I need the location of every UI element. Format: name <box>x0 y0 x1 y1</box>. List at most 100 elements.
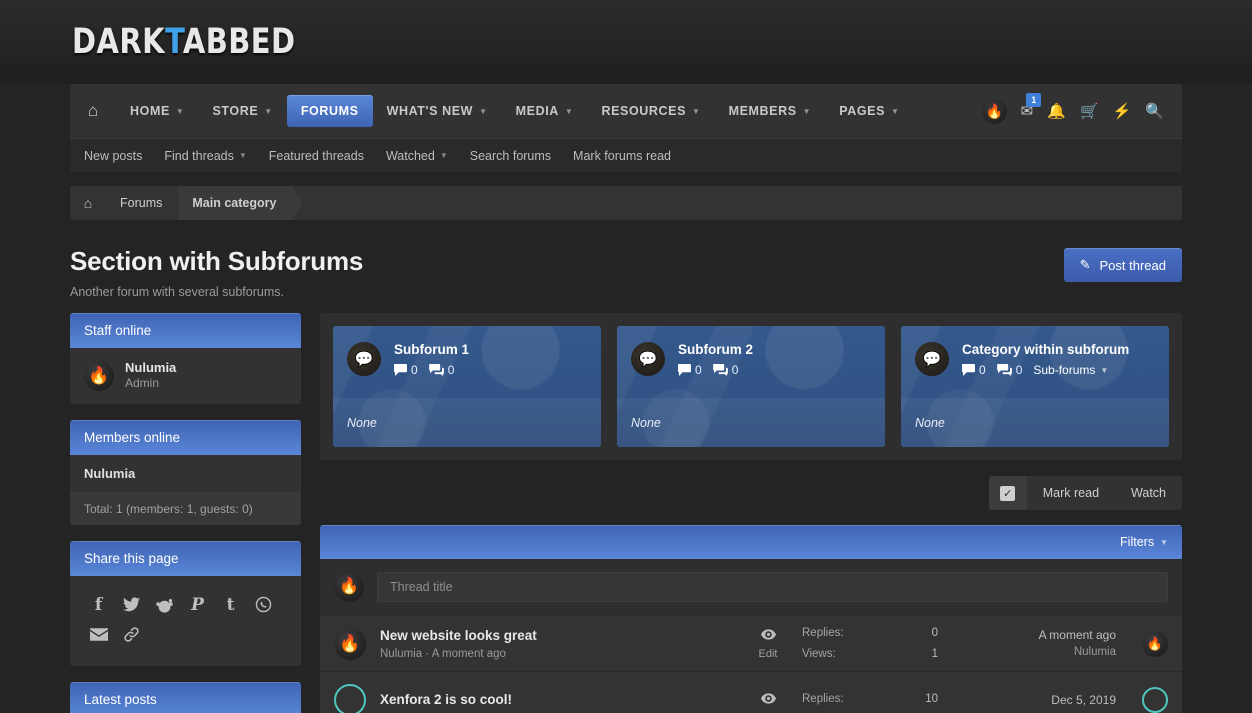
avatar: 🔥 <box>1142 630 1168 657</box>
checkbox-checked-icon[interactable]: ✓ <box>988 476 1027 510</box>
breadcrumb-item-forums[interactable]: Forums <box>106 186 178 220</box>
sub-forums-label: Sub-forums <box>1033 363 1096 377</box>
staff-name: Nulumia <box>125 360 177 375</box>
subnav-item-label: Find threads <box>164 148 234 163</box>
message-count-value: 0 <box>731 363 739 377</box>
nav-item-resources[interactable]: RESOURCES ▼ <box>587 95 714 127</box>
list-item[interactable]: 🔥 Nulumia Admin <box>70 348 301 404</box>
subnav-item-label: Mark forums read <box>573 148 671 163</box>
subforum-title: Subforum 1 <box>394 342 470 357</box>
envelope-icon[interactable]: ✉ 1 <box>1021 93 1042 120</box>
subnav-item-find-threads[interactable]: Find threads ▼ <box>153 149 257 163</box>
link-icon[interactable] <box>115 620 148 650</box>
logo-part-dark: DARK <box>72 22 166 62</box>
home-icon[interactable]: ⌂ <box>70 195 106 211</box>
latest-posts-title: Latest posts <box>70 681 301 713</box>
tumblr-icon[interactable]: t <box>214 590 247 620</box>
chevron-down-icon: ▼ <box>1100 365 1109 375</box>
table-row[interactable]: 🔥 New website looks great Nulumia · A mo… <box>320 615 1182 671</box>
main-content: 💬 Subforum 1 0 0 None 💬 Subforum 2 0 0 N… <box>320 313 1182 713</box>
user-avatar-icon[interactable]: 🔥 <box>981 98 1007 124</box>
thread-last-post: Dec 5, 2019 <box>966 691 1116 709</box>
message-count: 0 <box>428 363 454 377</box>
logo-part-t: T <box>165 22 183 62</box>
home-icon[interactable]: ⌂ <box>70 84 116 138</box>
new-thread-row: 🔥 Thread title <box>320 559 1182 615</box>
subforum-last-post: None <box>617 398 885 447</box>
reddit-icon[interactable] <box>148 590 181 620</box>
avatar: 🔥 <box>334 627 366 660</box>
members-online-list: Nulumia Total: 1 (members: 1, guests: 0) <box>70 454 301 525</box>
chevron-down-icon: ▼ <box>264 106 273 116</box>
replies-label: Replies: <box>802 693 844 706</box>
subnav-item-watched[interactable]: Watched ▼ <box>375 149 459 163</box>
pinterest-icon[interactable]: P <box>181 590 214 620</box>
bolt-icon[interactable]: ⚡ <box>1113 102 1132 120</box>
subforum-last-post: None <box>333 398 601 447</box>
members-online-block: Members online Nulumia Total: 1 (members… <box>70 419 301 525</box>
replies-label: Replies: <box>802 627 844 640</box>
nav-item-forums[interactable]: FORUMS <box>286 95 373 127</box>
nav-right-icons: 🔥 ✉ 1 🔔 🛒 ⚡ 🔍 <box>981 93 1168 124</box>
sub-forums-dropdown[interactable]: Sub-forums ▼ <box>1033 363 1108 377</box>
staff-role: Admin <box>125 376 160 391</box>
last-post-time: A moment ago <box>1038 627 1116 642</box>
site-logo[interactable]: DARKTABBED <box>72 22 296 62</box>
last-post-user[interactable]: Nulumia <box>966 644 1116 661</box>
thread-title-input[interactable]: Thread title <box>377 572 1168 602</box>
share-icon-grid: f P t <box>70 575 301 666</box>
avatar: 🔥 <box>334 572 364 602</box>
thread-title[interactable]: Xenfora 2 is so cool! <box>380 691 734 709</box>
thread-count-value: 0 <box>695 363 702 377</box>
thread-title[interactable]: New website looks great <box>380 627 734 645</box>
whatsapp-icon[interactable] <box>247 590 280 620</box>
members-online-total: Total: 1 (members: 1, guests: 0) <box>70 491 301 525</box>
subnav-item-featured-threads[interactable]: Featured threads <box>258 149 375 163</box>
filters-dropdown[interactable]: Filters ▼ <box>1120 535 1168 549</box>
nav-item-label: RESOURCES <box>601 104 687 118</box>
thread-preview-icon[interactable]: Edit <box>748 627 788 660</box>
watch-button[interactable]: Watch <box>1115 476 1182 510</box>
thread-preview-icon[interactable] <box>748 691 788 709</box>
nav-item-home[interactable]: HOME ▼ <box>116 95 198 127</box>
chevron-down-icon: ▼ <box>564 106 574 116</box>
facebook-icon[interactable]: f <box>82 590 115 620</box>
staff-online-list: 🔥 Nulumia Admin <box>70 348 301 404</box>
mark-read-button[interactable]: Mark read <box>1027 476 1115 510</box>
twitter-icon[interactable] <box>115 590 148 620</box>
avatar: 🔥 <box>84 360 114 391</box>
staff-online-title: Staff online <box>70 313 301 348</box>
nav-item-whats-new[interactable]: WHAT'S NEW ▼ <box>373 95 502 127</box>
thread-count-value: 0 <box>979 363 986 377</box>
subforum-card-2[interactable]: 💬 Subforum 2 0 0 None <box>617 326 885 447</box>
thread-count: 0 <box>962 363 986 377</box>
nav-item-members[interactable]: MEMBERS ▼ <box>715 95 826 127</box>
post-thread-button[interactable]: ✎ Post thread <box>1063 248 1182 282</box>
email-icon[interactable] <box>82 620 115 650</box>
subnav-item-new-posts[interactable]: New posts <box>70 149 153 163</box>
filters-label: Filters <box>1120 535 1155 549</box>
search-icon[interactable]: 🔍 <box>1145 102 1164 120</box>
nav-item-pages[interactable]: PAGES ▼ <box>825 95 913 127</box>
thread-meta: Nulumia · A moment ago <box>380 648 506 661</box>
edit-label[interactable]: Edit <box>748 648 788 660</box>
subnav-item-search-forums[interactable]: Search forums <box>459 149 562 163</box>
last-post-time: Dec 5, 2019 <box>1051 692 1116 707</box>
subforum-card-1[interactable]: 💬 Subforum 1 0 0 None <box>333 326 601 447</box>
bell-icon[interactable]: 🔔 <box>1047 102 1066 120</box>
inbox-badge: 1 <box>1026 93 1042 107</box>
avatar <box>1142 686 1168 713</box>
chevron-down-icon: ▼ <box>891 106 900 116</box>
table-row[interactable]: Xenfora 2 is so cool! Replies: 10 Dec 5,… <box>320 671 1182 713</box>
breadcrumb-item-current[interactable]: Main category <box>178 186 304 220</box>
message-count: 0 <box>712 363 739 377</box>
thread-list-panel: Filters ▼ 🔥 Thread title 🔥 New website l… <box>320 525 1182 713</box>
nav-item-media[interactable]: MEDIA ▼ <box>502 95 588 127</box>
page-root: DARKTABBED ⌂ HOME ▼ STORE ▼ FORUMS WHAT'… <box>0 0 1252 713</box>
subnav-item-mark-forums-read[interactable]: Mark forums read <box>562 149 682 163</box>
nav-item-store[interactable]: STORE ▼ <box>198 95 286 127</box>
cart-icon[interactable]: 🛒 <box>1080 102 1099 120</box>
subforum-card-3[interactable]: 💬 Category within subforum 0 0 Sub-forum… <box>901 326 1169 447</box>
latest-posts-block: Latest posts 🔥 Space X Dragon Launch | L… <box>70 681 301 713</box>
list-item[interactable]: Nulumia <box>70 455 301 492</box>
